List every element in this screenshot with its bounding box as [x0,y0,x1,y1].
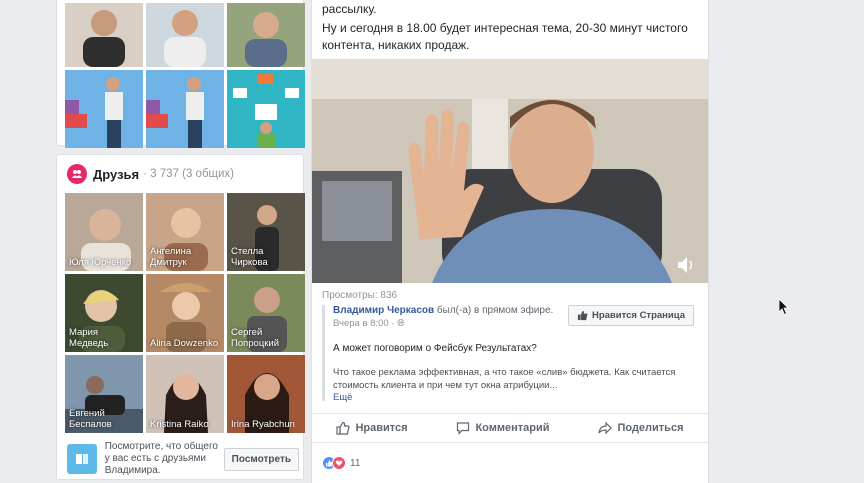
friend-tile[interactable]: Мария Медведь [65,274,143,352]
friend-tile[interactable]: Сергей Попроцкий [227,274,305,352]
mutual-prompt-text: Посмотрите, что общего у вас есть с друз… [104,441,218,476]
friend-name[interactable]: Сергей Попроцкий [231,327,303,349]
video-player[interactable] [312,59,708,283]
friend-name[interactable]: Стелла Чиркова [231,246,303,268]
post-text-line1: рассылку. [322,2,377,16]
friend-name[interactable]: Ангелина Дмитрук [150,246,222,268]
share-label: Поделиться [617,422,684,434]
friends-card: Друзья · 3 737 (3 общих) Юля Юрченко Анг… [56,154,305,480]
reactions-summary[interactable]: 11 [322,456,360,470]
post-actions: Нравится Комментарий Поделиться [312,413,708,443]
post-card: рассылку. Ну и сегодня в 18.00 будет инт… [311,0,709,483]
friend-tile[interactable]: Стелла Чиркова [227,193,305,271]
mutual-prompt: Посмотрите, что общего у вас есть с друз… [67,441,299,477]
mutual-friends-icon [67,444,97,474]
photo-thumb[interactable] [227,70,305,148]
live-status: был(-а) в прямом эфире. [434,305,554,316]
friend-name[interactable]: Евгений Беспалов [69,408,141,430]
comment-icon [457,422,470,435]
friend-tile[interactable]: Ангелина Дмитрук [146,193,224,271]
thumbs-up-icon [577,310,588,321]
post-text-line2: Ну и сегодня в 18.00 будет интересная те… [322,21,688,52]
mouse-cursor-icon [778,298,789,316]
globe-icon: 🌐︎ [397,318,405,329]
photo-thumb[interactable] [65,3,143,67]
see-more-link[interactable]: Ещё [333,392,694,403]
friend-tile[interactable]: Alina Dowzenko [146,274,224,352]
friends-grid: Юля Юрченко Ангелина Дмитрук Стелла Чирк… [65,193,305,433]
like-button[interactable]: Нравится [336,421,408,435]
friend-tile[interactable]: Kristina Raiko [146,355,224,433]
volume-icon[interactable] [674,255,696,273]
share-button[interactable]: Поделиться [598,421,684,435]
friends-title[interactable]: Друзья [93,167,139,182]
like-page-button[interactable]: Нравится Страница [567,305,694,326]
photo-thumb[interactable] [146,70,224,148]
love-reaction-icon [332,456,346,470]
like-page-label: Нравится Страница [591,310,685,321]
like-icon [336,421,351,435]
friend-name[interactable]: Irina Ryabchun [231,419,303,430]
like-label: Нравится [355,422,408,434]
friend-name[interactable]: Kristina Raiko [150,419,222,430]
friend-tile[interactable]: Евгений Беспалов [65,355,143,433]
friend-tile[interactable]: Юля Юрченко [65,193,143,271]
comment-label: Комментарий [475,422,550,434]
photo-thumb[interactable] [227,3,305,67]
post-text: рассылку. Ну и сегодня в 18.00 будет инт… [312,1,708,54]
share-icon [598,421,613,435]
shared-live-post: Владимир Черкасов был(-а) в прямом эфире… [322,305,694,403]
friend-name[interactable]: Юля Юрченко [69,257,141,268]
shared-description: Что такое реклама эффективная, а что так… [333,367,676,391]
friends-icon [67,164,87,184]
shared-time[interactable]: Вчера в 8:00 · [333,318,397,329]
photo-thumb[interactable] [65,70,143,148]
friend-name[interactable]: Мария Медведь [69,327,141,349]
shared-question: А может поговорим о Фейсбук Результатах? [333,343,537,354]
view-count: Просмотры: 836 [322,290,398,301]
reactions-count: 11 [350,457,361,469]
photos-card [56,0,305,148]
friends-header: Друзья · 3 737 (3 общих) [67,163,299,185]
see-mutual-button[interactable]: Посмотреть [223,447,299,471]
shared-author[interactable]: Владимир Черкасов [333,305,434,316]
friends-count: · 3 737 (3 общих) [143,168,235,180]
friend-name[interactable]: Alina Dowzenko [150,338,222,349]
comment-button[interactable]: Комментарий [456,421,550,435]
friend-tile[interactable]: Irina Ryabchun [227,355,305,433]
photo-thumb[interactable] [146,3,224,67]
